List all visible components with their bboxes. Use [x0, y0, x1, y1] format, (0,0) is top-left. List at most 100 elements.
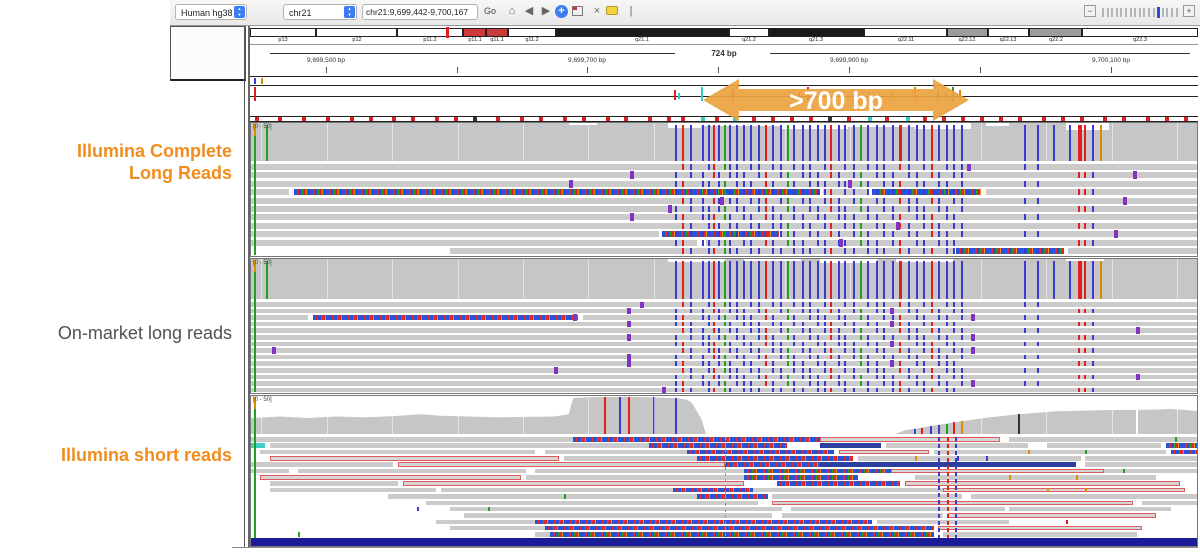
read-mismatch-tick — [916, 335, 918, 340]
read-mismatch-tick — [724, 248, 726, 254]
read-mismatch-tick — [682, 342, 684, 347]
fit-window-icon[interactable]: × — [589, 3, 605, 20]
read-mismatch-tick — [713, 189, 715, 195]
read-mismatch-tick — [876, 361, 878, 366]
read-mismatch-tick — [743, 342, 745, 347]
read-mismatch-tick — [713, 388, 715, 393]
read-mismatch-tick — [708, 302, 710, 307]
read-mismatch-tick — [750, 342, 752, 347]
locus-input[interactable] — [362, 4, 478, 20]
genome-select-stepper-icon[interactable]: ▲▼ — [234, 6, 245, 18]
read-mismatch-tick — [1037, 315, 1039, 320]
zoom-slider-tick[interactable] — [1102, 8, 1104, 17]
read-segment — [872, 189, 981, 195]
panel-illumina-short-reads[interactable]: [0 - 50] — [250, 395, 1198, 547]
genome-select[interactable]: Human hg38 ▲▼ — [175, 4, 247, 20]
read-mismatch-tick — [946, 206, 948, 212]
coverage-variant-column — [793, 125, 795, 161]
forward-icon[interactable]: ▶ — [538, 3, 554, 20]
zoom-slider-tick[interactable] — [1139, 8, 1141, 17]
read-mismatch-tick — [1024, 368, 1026, 373]
read-mismatch-tick — [729, 322, 731, 327]
region-tool-icon[interactable] — [572, 6, 583, 16]
pan-tool-icon[interactable]: + — [555, 5, 568, 18]
zoom-slider-tick[interactable] — [1157, 7, 1160, 18]
zoom-slider-tick[interactable] — [1143, 8, 1145, 17]
panel-divider[interactable] — [244, 26, 245, 547]
zoom-in-button[interactable]: + — [1183, 5, 1195, 17]
zoom-slider-tick[interactable] — [1148, 8, 1150, 17]
read-mismatch-tick — [923, 381, 925, 386]
read-mismatch-tick — [780, 368, 782, 373]
read-mismatch-tick — [765, 335, 767, 340]
read-mismatch-tick — [682, 240, 684, 246]
read-mismatch-tick — [931, 328, 933, 333]
zoom-slider-tick[interactable] — [1125, 8, 1127, 17]
coverage-gridline — [916, 396, 917, 434]
read-mismatch-tick — [908, 198, 910, 204]
data-panel[interactable]: p13p12p11.2p11.1q11.1q11.2q21.1q21.2q21.… — [248, 26, 1200, 548]
read-segment — [251, 189, 289, 195]
zoom-slider-tick[interactable] — [1120, 8, 1122, 17]
panel-illumina-complete-long-reads[interactable]: [0 - 50] — [250, 122, 1198, 257]
zoom-slider-tick[interactable] — [1162, 8, 1164, 17]
zoom-slider-tick[interactable] — [1134, 8, 1136, 17]
read-mismatch-tick — [923, 206, 925, 212]
read-mismatch-tick — [690, 309, 692, 314]
read-mismatch-tick — [780, 248, 782, 254]
read-mismatch-tick — [838, 355, 840, 360]
read-mismatch-tick — [793, 335, 795, 340]
read-mismatch-tick — [675, 231, 677, 237]
read-mismatch-tick — [743, 361, 745, 366]
read-segment — [294, 189, 820, 195]
coverage-variant-column — [266, 125, 268, 161]
zoom-slider-tick[interactable] — [1176, 8, 1178, 17]
read-mismatch-tick — [830, 322, 832, 327]
zoom-slider-tick[interactable] — [1107, 8, 1109, 17]
chromosome-select-stepper-icon[interactable]: ▲▼ — [344, 6, 355, 18]
coverage-variant-column — [718, 261, 720, 299]
read-mismatch-tick — [729, 223, 731, 229]
read-mismatch-tick — [690, 355, 692, 360]
zoom-out-button[interactable]: − — [1084, 5, 1096, 17]
read-mismatch-tick — [867, 388, 869, 393]
read-mismatch-tick — [718, 335, 720, 340]
panel-on-market-long-reads[interactable]: [0 - 50] — [250, 258, 1198, 394]
back-icon[interactable]: ◀ — [521, 3, 537, 20]
read-mismatch-tick — [724, 214, 726, 220]
read-mismatch-tick — [860, 231, 862, 237]
read-mismatch-tick — [844, 335, 846, 340]
read-mismatch-tick — [953, 309, 955, 314]
read-mismatch-tick — [876, 388, 878, 393]
read-mismatch-tick — [682, 223, 684, 229]
read-mismatch-tick — [690, 335, 692, 340]
tooltip-icon[interactable] — [606, 6, 618, 15]
read-mismatch-tick — [1037, 214, 1039, 220]
read-mismatch-tick — [750, 189, 752, 195]
read-mismatch-tick — [867, 214, 869, 220]
read-mismatch-tick — [938, 206, 940, 212]
chromosome-select[interactable]: chr21 ▲▼ — [283, 4, 357, 20]
zoom-slider-tick[interactable] — [1130, 8, 1132, 17]
read-mismatch-tick — [883, 198, 885, 204]
read-mismatch-tick — [830, 164, 832, 170]
read-mismatch-tick — [1092, 375, 1094, 380]
zoom-slider-tick[interactable] — [1111, 8, 1113, 17]
read-mismatch-tick — [908, 375, 910, 380]
read-mismatch-tick — [844, 361, 846, 366]
zoom-slider-tick[interactable] — [1116, 8, 1118, 17]
zoom-slider-tick[interactable] — [1171, 8, 1173, 17]
read-mismatch-tick — [1037, 164, 1039, 170]
read-mismatch-tick — [824, 181, 826, 187]
read-mismatch-tick — [860, 206, 862, 212]
home-icon[interactable]: ⌂ — [504, 3, 520, 20]
read-mismatch-tick — [802, 375, 804, 380]
read-mismatch-tick — [1123, 469, 1125, 474]
read-mismatch-tick — [817, 388, 819, 393]
insertion-mark — [627, 354, 631, 361]
zoom-slider-tick[interactable] — [1166, 8, 1168, 17]
zoom-slider-tick[interactable] — [1153, 8, 1155, 17]
read-mismatch-tick — [772, 240, 774, 246]
read-mismatch-tick — [1084, 335, 1086, 340]
go-button[interactable]: Go — [484, 6, 496, 16]
